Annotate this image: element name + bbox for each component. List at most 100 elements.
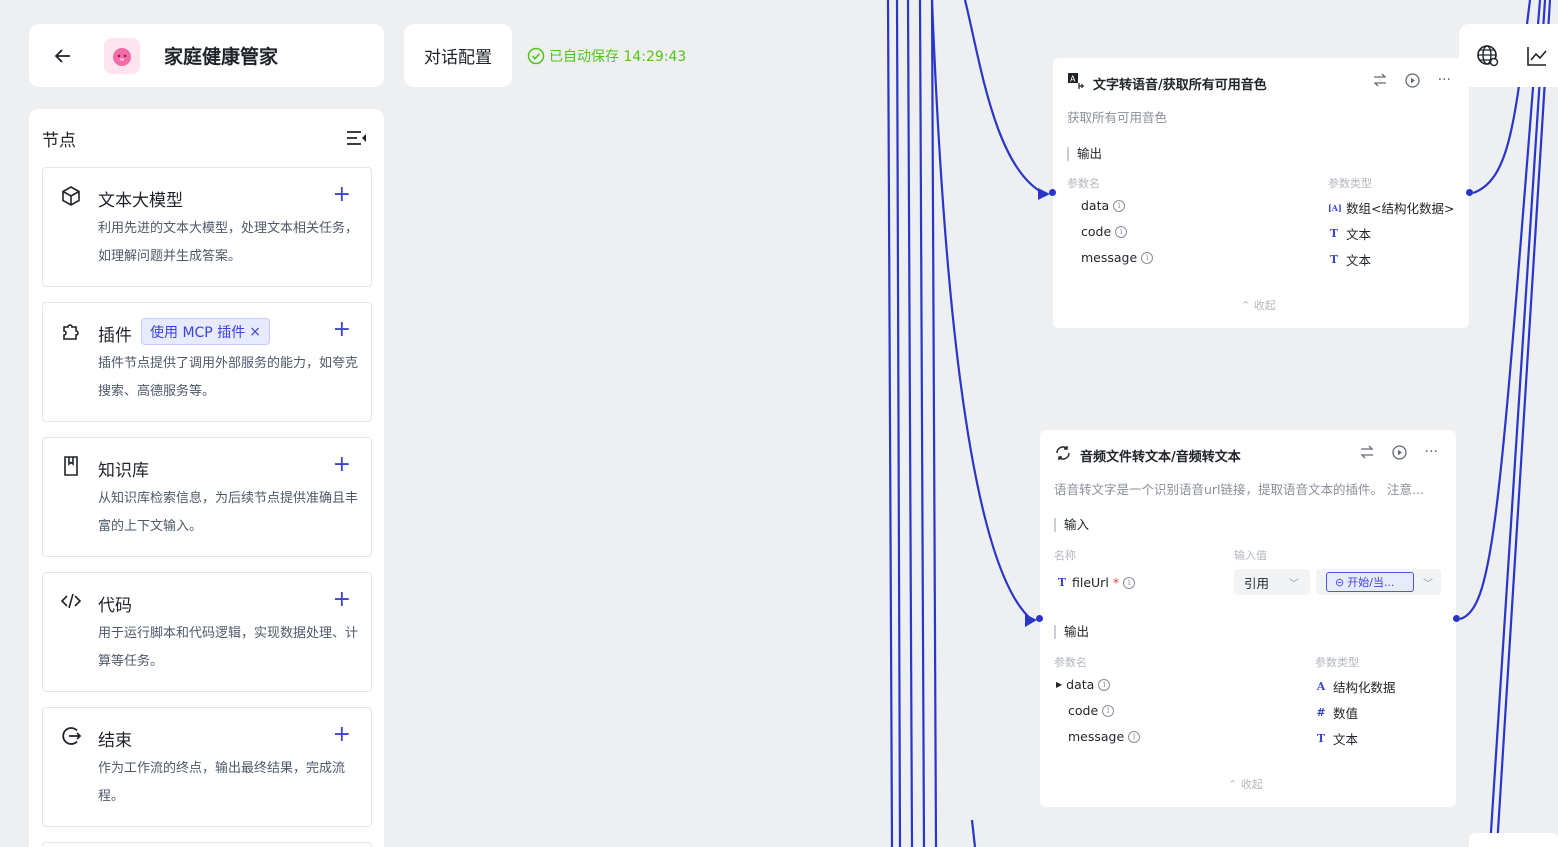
edge-line	[1488, 0, 1547, 847]
node-card-title: 知识库	[98, 461, 149, 481]
flow-node-tts[interactable]: A 文字转语音/获取所有可用音色 ··· 获取所有可用音色 输出 参数名 参数类…	[1053, 58, 1469, 328]
chevron-down-icon: ﹀	[1423, 578, 1433, 590]
param-type-label: 数值	[1333, 706, 1359, 721]
node-card-llm[interactable]: 文本大模型 + 利用先进的文本大模型，处理文本相关任务，如理解问题并生成答案。	[42, 167, 372, 287]
caret-right-icon[interactable]: ▶	[1056, 680, 1062, 689]
mcp-plugin-tag[interactable]: 使用 MCP 插件 ×	[141, 318, 270, 345]
collapse-sidebar-icon[interactable]	[344, 128, 368, 148]
param-type-label: 结构化数据	[1333, 680, 1396, 695]
input-param-row: T fileUrl * i	[1056, 575, 1136, 590]
input-section-label: 输入	[1054, 518, 1089, 532]
add-node-button[interactable]: +	[333, 453, 351, 477]
param-row: message i	[1068, 729, 1141, 744]
node-card-partial[interactable]	[42, 842, 372, 847]
line-chart-icon[interactable]	[1526, 45, 1548, 67]
tts-icon: A	[1067, 72, 1085, 94]
output-port[interactable]	[1453, 615, 1460, 622]
node-card-end[interactable]: 结束 + 作为工作流的终点，输出最终结果，完成流程。	[42, 707, 372, 827]
svg-text:A: A	[1070, 75, 1076, 84]
text-type-icon: T	[1316, 732, 1326, 745]
autosave-text: 已自动保存 14:29:43	[549, 49, 687, 65]
input-port[interactable]	[1036, 615, 1043, 622]
col-param-name: 参数名	[1067, 177, 1100, 190]
output-section-label: 输出	[1067, 147, 1102, 161]
add-node-button[interactable]: +	[333, 588, 351, 612]
info-icon[interactable]: i	[1115, 225, 1128, 238]
flow-node-asr[interactable]: 音频文件转文本/音频转文本 ··· 语音转文字是一个识别语音url链接，提取语音…	[1040, 430, 1456, 807]
globe-settings-icon[interactable]	[1476, 44, 1500, 68]
add-node-button[interactable]: +	[333, 318, 351, 342]
node-card-desc: 用于运行脚本和代码逻辑，实现数据处理、计算等任务。	[98, 626, 359, 669]
book-icon	[60, 455, 82, 477]
edge-line	[970, 819, 977, 847]
info-icon[interactable]: i	[1128, 730, 1141, 743]
start-node-icon: ⊝	[1335, 575, 1345, 589]
output-port[interactable]	[1466, 189, 1473, 196]
info-icon[interactable]: i	[1141, 251, 1154, 264]
dialog-config-button[interactable]: 对话配置	[404, 24, 512, 87]
more-icon[interactable]: ···	[1438, 72, 1451, 88]
close-icon[interactable]: ×	[249, 324, 261, 340]
param-type: T 文本	[1328, 224, 1371, 243]
node-sidebar: 节点 文本大模型 + 利用先进的文本大模型，处理文本相关任务，如理解问题并生成答…	[29, 109, 384, 847]
swap-icon[interactable]	[1373, 73, 1387, 87]
info-icon[interactable]: i	[1102, 704, 1115, 717]
col-param-type: 参数类型	[1315, 656, 1359, 669]
edge-to-asr	[930, 0, 1033, 621]
text-type-icon: T	[1329, 227, 1339, 240]
puzzle-icon	[60, 320, 82, 342]
col-param-type: 参数类型	[1328, 177, 1372, 190]
flow-node-partial[interactable]	[1469, 833, 1558, 847]
sidebar-title: 节点	[42, 130, 76, 151]
info-icon[interactable]: i	[1123, 576, 1136, 589]
collapse-toggle[interactable]: ⌃ 收起	[1241, 297, 1276, 313]
node-card-code[interactable]: 代码 + 用于运行脚本和代码逻辑，实现数据处理、计算等任务。	[42, 572, 372, 692]
add-node-button[interactable]: +	[333, 183, 351, 207]
input-port[interactable]	[1049, 189, 1056, 196]
param-row: message i	[1081, 250, 1154, 265]
input-ref-chip[interactable]: ⊝ 开始/当...	[1326, 572, 1414, 592]
node-card-desc: 从知识库检索信息，为后续节点提供准确且丰富的上下文输入。	[98, 491, 359, 534]
col-input-value: 输入值	[1234, 549, 1267, 562]
back-arrow-icon[interactable]	[51, 44, 75, 68]
param-row: code i	[1068, 703, 1115, 718]
edge-line	[1495, 0, 1552, 847]
info-icon[interactable]: i	[1098, 678, 1111, 691]
param-name: data	[1066, 677, 1095, 692]
param-type-label: 文本	[1346, 253, 1372, 268]
param-name: data	[1081, 198, 1110, 213]
run-icon[interactable]	[1391, 444, 1407, 460]
node-card-plugin[interactable]: 插件 使用 MCP 插件 × + 插件节点提供了调用外部服务的能力，如夸克搜索、…	[42, 302, 372, 422]
run-icon[interactable]	[1404, 72, 1420, 88]
param-type-label: 文本	[1333, 732, 1359, 747]
node-title: 音频文件转文本/音频转文本	[1080, 449, 1241, 465]
node-card-knowledge[interactable]: 知识库 + 从知识库检索信息，为后续节点提供准确且丰富的上下文输入。	[42, 437, 372, 557]
node-title: 文字转语音/获取所有可用音色	[1093, 77, 1267, 93]
param-type-label: 文本	[1346, 227, 1372, 242]
edge-line	[886, 0, 894, 847]
col-input-name: 名称	[1054, 549, 1076, 562]
input-param-name: fileUrl	[1072, 575, 1109, 590]
more-icon[interactable]: ···	[1425, 444, 1438, 460]
swap-icon[interactable]	[1360, 445, 1374, 459]
collapse-toggle[interactable]: ⌃ 收起	[1228, 776, 1263, 792]
input-mode-select[interactable]: 引用 ﹀	[1234, 569, 1310, 595]
add-node-button[interactable]: +	[333, 723, 351, 747]
exit-icon	[60, 725, 82, 747]
edge-out-asr	[1459, 0, 1542, 621]
param-row: data i	[1081, 198, 1126, 213]
edge-line	[930, 0, 938, 847]
param-type: T 文本	[1328, 250, 1371, 269]
param-type-label: 数组<结构化数据>	[1346, 201, 1455, 216]
app-header: 家庭健康管家	[29, 24, 384, 87]
param-row[interactable]: ▶ data i	[1056, 677, 1111, 692]
collapse-label: 收起	[1253, 299, 1276, 312]
param-type: [A] 数组<结构化数据>	[1328, 198, 1454, 217]
info-icon[interactable]: i	[1113, 199, 1126, 212]
param-type: A 结构化数据	[1315, 677, 1396, 696]
col-param-name: 参数名	[1054, 656, 1087, 669]
array-type-icon: [A]	[1328, 202, 1342, 213]
node-card-desc: 利用先进的文本大模型，处理文本相关任务，如理解问题并生成答案。	[98, 221, 359, 264]
object-type-icon: A	[1316, 680, 1326, 693]
edge-line	[906, 0, 914, 847]
